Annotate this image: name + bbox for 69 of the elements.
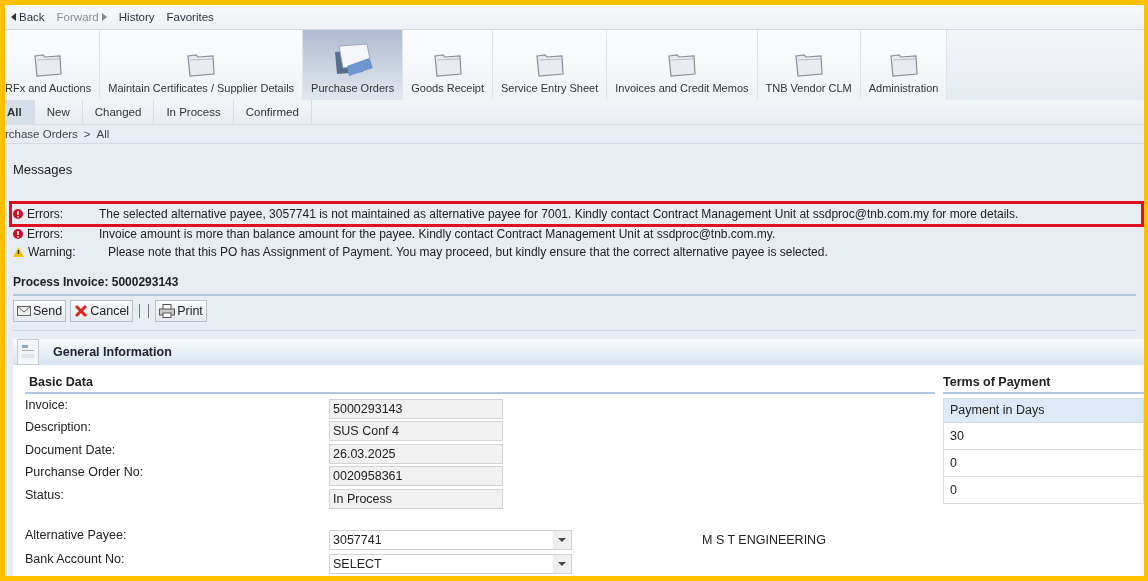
breadcrumb-separator: > bbox=[83, 127, 91, 140]
nav-link[interactable]: Back bbox=[11, 10, 45, 23]
folder-icon bbox=[186, 51, 217, 78]
caret-icon bbox=[553, 555, 571, 573]
breadcrumb-link[interactable]: rchase Orders bbox=[5, 127, 78, 140]
readonly-field: 0020958361 bbox=[329, 466, 503, 487]
field-label: Status: bbox=[25, 487, 65, 502]
printer-icon bbox=[159, 303, 176, 318]
process-invoice-title: Process Invoice: 5000293143 bbox=[13, 274, 1136, 296]
back-arrow-icon bbox=[11, 12, 16, 21]
nav-tab[interactable]: Goods Receipt bbox=[403, 29, 493, 100]
folder-icon bbox=[534, 51, 565, 78]
message-type: Errors: bbox=[27, 206, 64, 221]
group-title: Basic Data bbox=[25, 374, 935, 394]
sub-tab[interactable]: New bbox=[34, 99, 83, 124]
folder-icon bbox=[888, 51, 919, 78]
close-icon bbox=[74, 303, 89, 318]
table-cell: 30 bbox=[943, 422, 1144, 450]
readonly-field: SUS Conf 4 bbox=[329, 421, 503, 442]
message-text: The selected alternative payee, 3057741 is not maintained as alternative payee for 7001. Kindly contact Contract Management Unit at ssdproc@tnb.com.my for more details. bbox=[98, 206, 1019, 221]
nav-tab[interactable]: Purchase Orders bbox=[303, 29, 404, 100]
field-label: Purchanse Order No: bbox=[25, 465, 145, 479]
error-icon bbox=[13, 208, 23, 219]
messages-title: Messages bbox=[13, 161, 74, 177]
column-header: Payment in Days bbox=[943, 397, 1144, 423]
field-label: Document Date: bbox=[25, 442, 117, 457]
select-field[interactable]: SELECT bbox=[329, 554, 572, 574]
nav-link[interactable]: History bbox=[118, 10, 155, 23]
field-label: Bank Account No: bbox=[25, 552, 126, 566]
message-type: Errors: bbox=[27, 226, 64, 241]
nav-tab[interactable]: Administration bbox=[860, 29, 948, 100]
nav-link[interactable]: Favorites bbox=[166, 10, 214, 23]
table-cell: 0 bbox=[943, 476, 1144, 504]
sub-tab[interactable]: Changed bbox=[82, 99, 155, 124]
field-label: Alternative Payee: bbox=[25, 528, 128, 542]
sub-tab[interactable]: In Process bbox=[154, 99, 234, 124]
envelope-icon bbox=[17, 305, 31, 316]
folder-icon bbox=[33, 51, 64, 78]
print-button[interactable]: Print bbox=[155, 299, 207, 322]
send-button[interactable]: Send bbox=[13, 299, 67, 322]
section-title: General Information bbox=[53, 344, 172, 359]
group-title: Terms of Payment bbox=[943, 374, 1144, 394]
folder-icon bbox=[432, 51, 463, 78]
folder-icon bbox=[793, 51, 824, 78]
message-text: Invoice amount is more than balance amount for the payee. Kindly contact Contract Management Unit at ssdproc@tnb.com.my. bbox=[98, 226, 776, 241]
sub-tab[interactable]: Confirmed bbox=[233, 99, 312, 124]
nav-tab[interactable]: Invoices and Credit Memos bbox=[607, 29, 758, 100]
nav-tab[interactable]: Maintain Certificates / Supplier Details bbox=[100, 29, 304, 100]
folder-icon bbox=[666, 51, 697, 78]
sub-tab[interactable]: All bbox=[5, 99, 35, 124]
warning-icon bbox=[13, 246, 24, 257]
field-label: Description: bbox=[25, 420, 92, 434]
message-type: Warning: bbox=[28, 244, 77, 259]
readonly-field: 26.03.2025 bbox=[329, 443, 503, 464]
payee-name: M S T ENGINEERING bbox=[701, 533, 827, 547]
cancel-button[interactable]: Cancel bbox=[70, 299, 134, 322]
forward-arrow-icon bbox=[101, 12, 107, 21]
nav-tab[interactable]: TNB Vendor CLM bbox=[757, 29, 861, 100]
readonly-field: In Process bbox=[329, 488, 503, 509]
caret-icon bbox=[553, 531, 571, 549]
select-field[interactable]: 3057741 bbox=[329, 530, 572, 550]
table-cell: 0 bbox=[943, 449, 1144, 477]
field-label: Invoice: bbox=[25, 397, 70, 412]
breadcrumb-current: All bbox=[96, 127, 110, 140]
message-text: Please note that this PO has Assignment of Payment. You may proceed, but kindly ensure that the correct alternative payee is selected. bbox=[107, 244, 828, 259]
error-icon bbox=[13, 228, 23, 239]
nav-tab[interactable]: Service Entry Sheet bbox=[493, 29, 608, 100]
nav-tab[interactable]: RFx and Auctions bbox=[5, 29, 101, 100]
readonly-field: 5000293143 bbox=[329, 398, 503, 419]
